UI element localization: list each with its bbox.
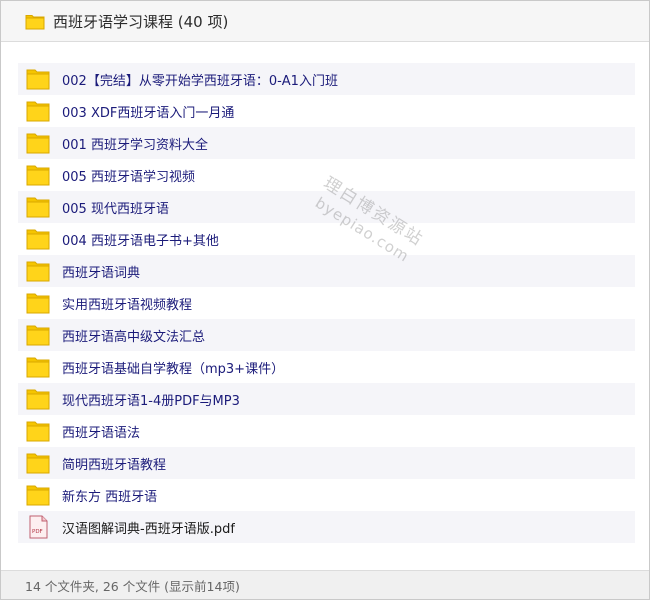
folder-icon — [26, 131, 50, 155]
item-label[interactable]: 004 西班牙语电子书+其他 — [62, 230, 219, 249]
folder-icon — [26, 387, 50, 411]
item-label[interactable]: 002【完结】从零开始学西班牙语：0-A1入门班 — [62, 70, 338, 89]
folder-row[interactable]: 实用西班牙语视频教程 — [18, 287, 635, 319]
header-bar: 西班牙语学习课程 (40 项) — [1, 1, 649, 42]
folder-row[interactable]: 现代西班牙语1-4册PDF与MP3 — [18, 383, 635, 415]
item-label[interactable]: 西班牙语语法 — [62, 422, 140, 441]
folder-icon — [26, 323, 50, 347]
pdf-file-icon: PDF — [26, 515, 50, 539]
folder-icon — [26, 227, 50, 251]
svg-text:PDF: PDF — [32, 529, 43, 535]
folder-row[interactable]: 西班牙语高中级文法汇总 — [18, 319, 635, 351]
item-label[interactable]: 西班牙语高中级文法汇总 — [62, 326, 205, 345]
folder-row[interactable]: 001 西班牙学习资料大全 — [18, 127, 635, 159]
item-label[interactable]: 汉语图解词典-西班牙语版.pdf — [62, 518, 235, 537]
item-label[interactable]: 现代西班牙语1-4册PDF与MP3 — [62, 390, 240, 409]
folder-row[interactable]: 西班牙语词典 — [18, 255, 635, 287]
folder-icon — [26, 259, 50, 283]
folder-icon — [26, 483, 50, 507]
file-row[interactable]: PDF 汉语图解词典-西班牙语版.pdf — [18, 511, 635, 543]
item-list: 002【完结】从零开始学西班牙语：0-A1入门班 003 XDF西班牙语入门一月通… — [18, 63, 635, 543]
folder-icon — [25, 14, 45, 29]
folder-row[interactable]: 002【完结】从零开始学西班牙语：0-A1入门班 — [18, 63, 635, 95]
status-bar: 14 个文件夹, 26 个文件 (显示前14项) — [1, 570, 649, 599]
folder-row[interactable]: 005 西班牙语学习视频 — [18, 159, 635, 191]
item-label[interactable]: 005 西班牙语学习视频 — [62, 166, 195, 185]
item-label[interactable]: 新东方 西班牙语 — [62, 486, 157, 505]
page-title: 西班牙语学习课程 (40 项) — [53, 12, 229, 31]
folder-icon — [26, 419, 50, 443]
folder-icon — [26, 195, 50, 219]
file-browser-window: 西班牙语学习课程 (40 项) 002【完结】从零开始学西班牙语：0-A1入门班… — [0, 0, 650, 600]
folder-icon — [26, 451, 50, 475]
item-label[interactable]: 005 现代西班牙语 — [62, 198, 169, 217]
folder-icon — [26, 355, 50, 379]
folder-row[interactable]: 简明西班牙语教程 — [18, 447, 635, 479]
item-label[interactable]: 003 XDF西班牙语入门一月通 — [62, 102, 234, 121]
folder-row[interactable]: 新东方 西班牙语 — [18, 479, 635, 511]
folder-row[interactable]: 西班牙语基础自学教程（mp3+课件） — [18, 351, 635, 383]
folder-row[interactable]: 005 现代西班牙语 — [18, 191, 635, 223]
folder-row[interactable]: 003 XDF西班牙语入门一月通 — [18, 95, 635, 127]
folder-row[interactable]: 004 西班牙语电子书+其他 — [18, 223, 635, 255]
item-label[interactable]: 简明西班牙语教程 — [62, 454, 166, 473]
folder-row[interactable]: 西班牙语语法 — [18, 415, 635, 447]
folder-icon — [26, 67, 50, 91]
item-label[interactable]: 西班牙语词典 — [62, 262, 140, 281]
folder-icon — [26, 163, 50, 187]
status-text: 14 个文件夹, 26 个文件 (显示前14项) — [25, 578, 240, 594]
item-label[interactable]: 001 西班牙学习资料大全 — [62, 134, 208, 153]
item-label[interactable]: 西班牙语基础自学教程（mp3+课件） — [62, 358, 284, 377]
folder-icon — [26, 291, 50, 315]
item-label[interactable]: 实用西班牙语视频教程 — [62, 294, 192, 313]
folder-icon — [26, 99, 50, 123]
